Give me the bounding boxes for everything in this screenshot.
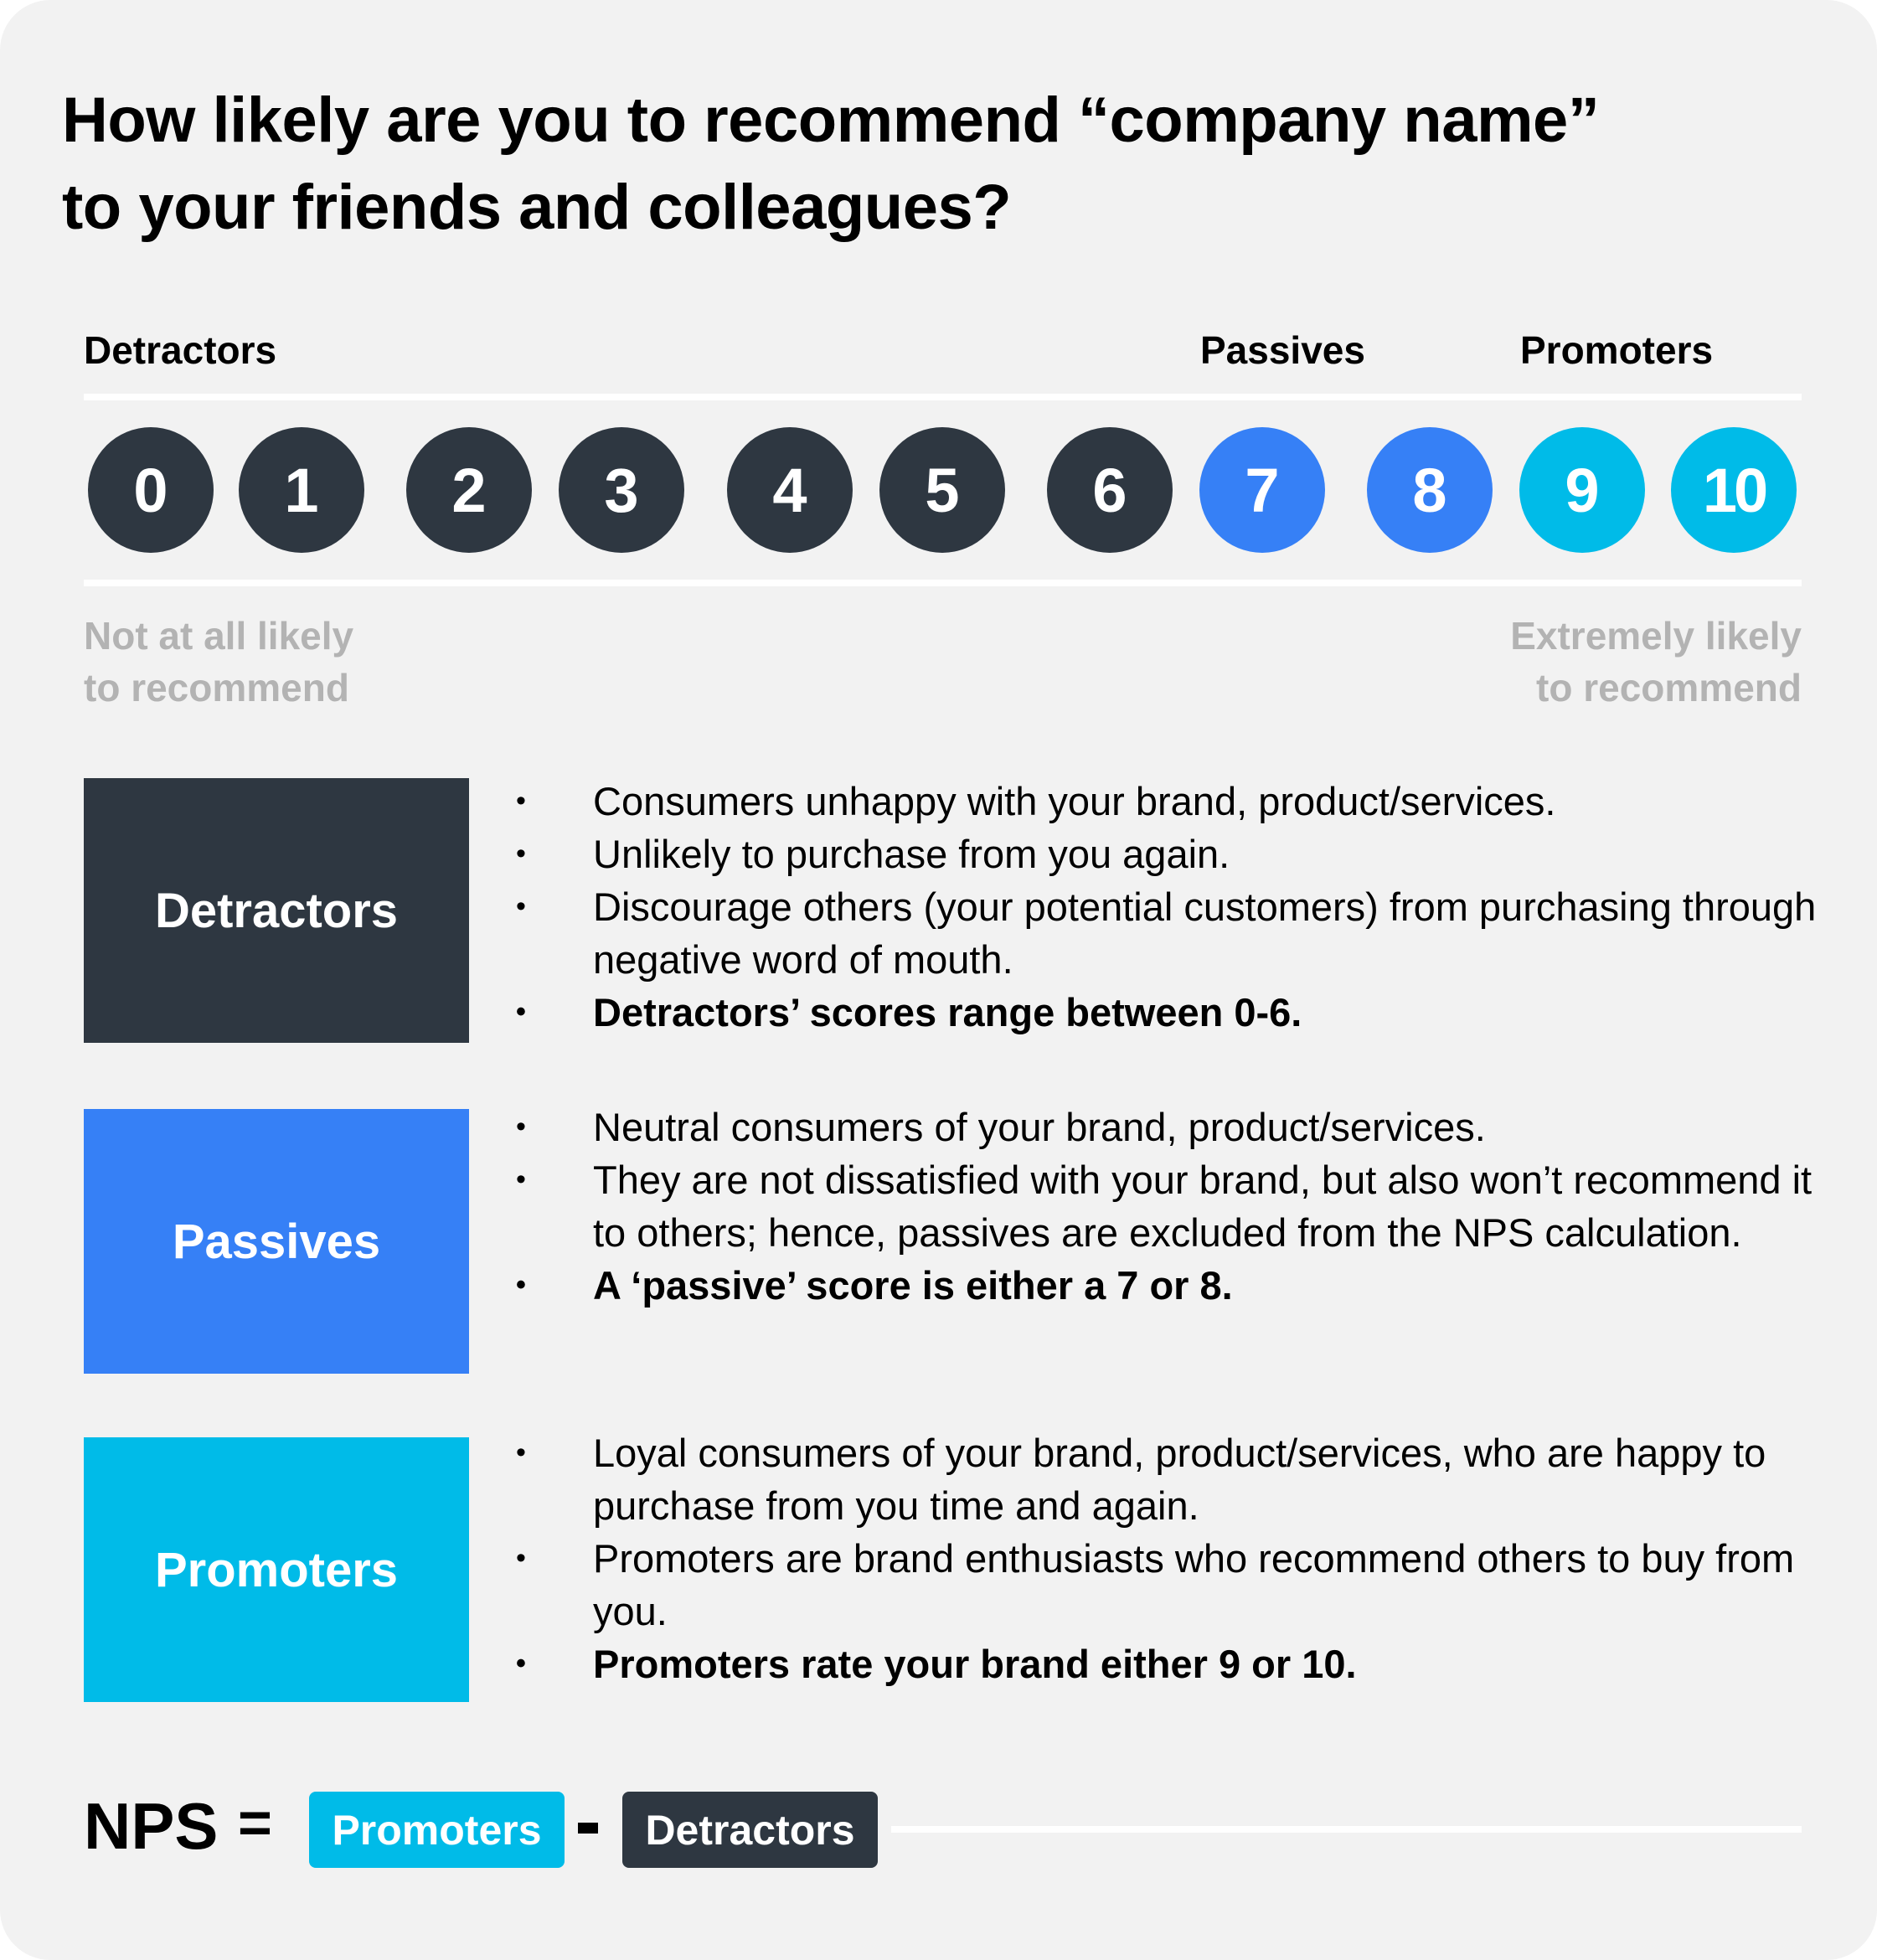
score-label: 1: [284, 455, 319, 525]
nps-infographic-card: How likely are you to recommend “company…: [0, 0, 1877, 1960]
score-label: 6: [1092, 455, 1127, 525]
bullet-dot-icon: •: [516, 1269, 526, 1301]
bullet-text: Neutral consumers of your brand, product…: [593, 1105, 1486, 1149]
score-circle-5[interactable]: 5: [879, 427, 1005, 553]
score-label: 2: [451, 455, 487, 525]
bullet-text: A ‘passive’ score is either a 7 or 8.: [593, 1263, 1233, 1308]
bullet-text: Promoters are brand enthusiasts who reco…: [593, 1536, 1795, 1633]
bullet-text: Detractors’ scores range between 0-6.: [593, 990, 1302, 1034]
bullet-dot-icon: •: [516, 1111, 526, 1142]
category-bullets-promoters: • Loyal consumers of your brand, product/…: [511, 1426, 1818, 1690]
bullet-item: • Promoters are brand enthusiasts who rec…: [511, 1532, 1818, 1638]
nps-formula-label: NPS: [84, 1789, 219, 1863]
category-title: Detractors: [154, 883, 399, 938]
score-circle-2[interactable]: 2: [406, 427, 532, 553]
bullet-item: • Consumers unhappy with your brand, prod…: [511, 775, 1818, 828]
score-circle-4[interactable]: 4: [727, 427, 853, 553]
bullet-dot-icon: •: [516, 1436, 526, 1468]
scale-low-end-line-1: Not at all likely: [84, 614, 354, 658]
nps-formula-equals: =: [238, 1790, 272, 1855]
category-box-detractors: Detractors: [84, 778, 469, 1043]
nps-term-label: Detractors: [645, 1806, 855, 1854]
score-label: 4: [772, 455, 807, 525]
question-title-line-1: How likely are you to recommend “company…: [62, 85, 1600, 156]
category-box-promoters: Promoters: [84, 1437, 469, 1702]
bullet-item: • Discourage others (your potential custo…: [511, 880, 1818, 986]
group-label-passives: Passives: [1200, 328, 1365, 372]
bullet-item: • A ‘passive’ score is either a 7 or 8.: [511, 1259, 1818, 1312]
nps-formula-underline: [891, 1826, 1802, 1833]
bullet-dot-icon: •: [516, 838, 526, 869]
bullet-text: Promoters rate your brand either 9 or 10…: [593, 1642, 1357, 1686]
score-circle-0[interactable]: 0: [88, 427, 214, 553]
score-label: 7: [1245, 455, 1280, 525]
scale-top-divider: [84, 394, 1802, 400]
bullet-item: • Promoters rate your brand either 9 or 1…: [511, 1638, 1818, 1690]
scale-high-end-label: Extremely likely to recommend: [1510, 610, 1802, 714]
nps-formula-minus-sign: [578, 1823, 598, 1834]
nps-term-label: Promoters: [332, 1806, 542, 1854]
bullet-text: Discourage others (your potential custom…: [593, 885, 1817, 982]
score-circle-1[interactable]: 1: [239, 427, 364, 553]
question-title: How likely are you to recommend “company…: [62, 77, 1600, 251]
scale-bottom-divider: [84, 580, 1802, 586]
score-label: 0: [133, 455, 168, 525]
scale-low-end-label: Not at all likely to recommend: [84, 610, 353, 714]
bullet-item: • Loyal consumers of your brand, product/…: [511, 1426, 1818, 1532]
bullet-dot-icon: •: [516, 1542, 526, 1574]
nps-term-detractors: Detractors: [622, 1792, 878, 1868]
score-label: 9: [1565, 455, 1600, 525]
score-label: 3: [604, 455, 639, 525]
scale-low-end-line-2: to recommend: [84, 666, 349, 709]
score-circle-10[interactable]: 10: [1671, 427, 1797, 553]
bullet-dot-icon: •: [516, 1648, 526, 1679]
score-label: 5: [925, 455, 960, 525]
group-label-promoters: Promoters: [1520, 328, 1714, 372]
score-circle-6[interactable]: 6: [1047, 427, 1173, 553]
score-circle-8[interactable]: 8: [1367, 427, 1493, 553]
bullet-dot-icon: •: [516, 996, 526, 1028]
bullet-dot-icon: •: [516, 890, 526, 922]
score-label: 8: [1412, 455, 1447, 525]
score-label: 10: [1702, 455, 1768, 525]
bullet-text: Loyal consumers of your brand, product/s…: [593, 1431, 1766, 1528]
group-label-detractors: Detractors: [84, 328, 277, 372]
bullet-dot-icon: •: [516, 785, 526, 817]
score-circle-7[interactable]: 7: [1199, 427, 1325, 553]
score-circle-3[interactable]: 3: [559, 427, 684, 553]
scale-high-end-line-1: Extremely likely: [1510, 614, 1802, 658]
category-title: Passives: [172, 1214, 381, 1269]
category-title: Promoters: [154, 1542, 399, 1597]
bullet-item: • They are not dissatisfied with your bra…: [511, 1153, 1818, 1259]
category-box-passives: Passives: [84, 1109, 469, 1374]
category-bullets-passives: • Neutral consumers of your brand, produc…: [511, 1101, 1818, 1312]
score-circle-9[interactable]: 9: [1519, 427, 1645, 553]
bullet-item: • Detractors’ scores range between 0-6.: [511, 986, 1818, 1039]
bullet-item: • Neutral consumers of your brand, produc…: [511, 1101, 1818, 1153]
category-bullets-detractors: • Consumers unhappy with your brand, prod…: [511, 775, 1818, 1039]
bullet-item: • Unlikely to purchase from you again.: [511, 828, 1818, 880]
question-title-line-2: to your friends and colleagues?: [62, 172, 1012, 243]
bullet-text: Consumers unhappy with your brand, produ…: [593, 779, 1556, 823]
bullet-dot-icon: •: [516, 1163, 526, 1195]
scale-high-end-line-2: to recommend: [1536, 666, 1802, 709]
bullet-text: Unlikely to purchase from you again.: [593, 832, 1230, 876]
bullet-text: They are not dissatisfied with your bran…: [593, 1158, 1813, 1255]
nps-term-promoters: Promoters: [309, 1792, 565, 1868]
